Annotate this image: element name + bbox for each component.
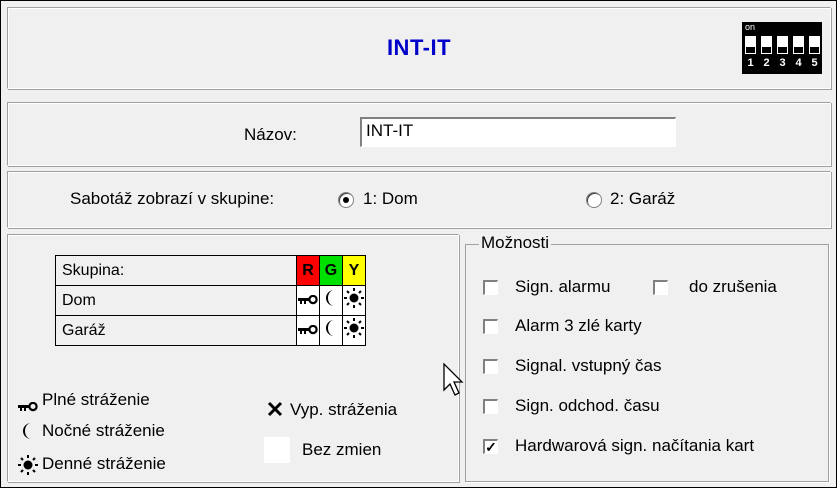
name-panel: Názov: INT-IT — [7, 102, 831, 166]
legend-off: Vyp. stráženia — [290, 400, 398, 419]
mouse-cursor-icon — [443, 363, 464, 396]
zone-name: Dom — [55, 285, 297, 316]
moon-icon[interactable] — [319, 285, 343, 316]
option-do-zrusenia[interactable]: do zrušenia — [689, 277, 777, 297]
key-icon[interactable] — [296, 285, 320, 316]
moon-icon[interactable] — [319, 315, 343, 346]
key-icon — [17, 397, 39, 417]
dip-number-2: 2 — [763, 57, 770, 69]
header-panel: INT-IT on 1 2 3 4 5 — [7, 7, 831, 89]
page-title: INT-IT — [386, 35, 452, 60]
column-g[interactable]: G — [319, 255, 343, 286]
option-alarm-3-zle-karty[interactable]: Alarm 3 zlé karty — [515, 316, 642, 336]
checkbox-sign-odchod-casu[interactable] — [483, 399, 498, 414]
dip-number-4: 4 — [795, 57, 802, 69]
column-r[interactable]: R — [296, 255, 320, 286]
blank-icon — [264, 437, 290, 463]
table-header-row: Skupina: R G Y — [55, 255, 366, 286]
key-icon[interactable] — [296, 315, 320, 346]
table-header-label: Skupina: — [55, 255, 297, 286]
dip-switch-2 — [761, 36, 772, 54]
window-frame: INT-IT on 1 2 3 4 5 Názov: INT-IT Sabotá… — [0, 0, 837, 488]
x-icon — [264, 401, 286, 422]
checkbox-do-zrusenia[interactable] — [653, 280, 668, 295]
table-row: Garáž — [55, 315, 366, 346]
tamper-radio-garaz[interactable] — [586, 192, 602, 208]
dip-number-5: 5 — [811, 57, 818, 69]
option-hardware-sign[interactable]: Hardwarová sign. načítania kart — [515, 436, 754, 456]
dip-number-1: 1 — [747, 57, 754, 69]
tamper-label: Sabotáž zobrazí v skupine: — [70, 189, 275, 208]
tamper-panel: Sabotáž zobrazí v skupine: 1: Dom 2: Gar… — [7, 171, 831, 228]
checkbox-signal-vstupny-cas[interactable] — [483, 359, 498, 374]
table-row: Dom — [55, 285, 366, 316]
legend-day: Denné stráženie — [42, 454, 166, 473]
legend-full: Plné stráženie — [42, 390, 150, 409]
zone-name: Garáž — [55, 315, 297, 346]
legend-night: Nočné stráženie — [42, 421, 165, 440]
dip-switch-4 — [793, 36, 804, 54]
tamper-option-dom[interactable]: 1: Dom — [363, 189, 418, 209]
checkbox-alarm-3-zle-karty[interactable] — [483, 319, 498, 334]
option-sign-alarmu[interactable]: Sign. alarmu — [515, 277, 610, 297]
sun-icon[interactable] — [342, 285, 366, 316]
option-signal-vstupny-cas[interactable]: Signal. vstupný čas — [515, 356, 661, 376]
dip-switch-5 — [809, 36, 820, 54]
options-title: Možnosti — [479, 233, 552, 253]
name-field[interactable]: INT-IT — [360, 117, 676, 147]
dip-switch-3 — [777, 36, 788, 54]
checkbox-sign-alarmu[interactable] — [483, 280, 498, 295]
zones-table: Skupina: R G Y Dom Garáž — [55, 255, 366, 346]
sun-icon — [17, 455, 39, 480]
zones-panel: Skupina: R G Y Dom Garáž Plné stráženie … — [7, 234, 459, 482]
checkbox-hardware-sign[interactable]: ✓ — [483, 439, 498, 454]
name-label: Názov: — [244, 125, 297, 144]
column-y[interactable]: Y — [342, 255, 366, 286]
tamper-radio-dom[interactable] — [338, 192, 354, 208]
legend-nochange: Bez zmien — [302, 440, 382, 459]
sun-icon[interactable] — [342, 315, 366, 346]
moon-icon — [17, 422, 39, 445]
dip-number-3: 3 — [779, 57, 786, 69]
dip-switch-1 — [745, 36, 756, 54]
tamper-option-garaz[interactable]: 2: Garáž — [610, 189, 675, 209]
dip-on-label: on — [745, 22, 756, 32]
option-sign-odchod-casu[interactable]: Sign. odchod. času — [515, 396, 660, 416]
dip-switch-icon: on 1 2 3 4 5 — [742, 22, 822, 74]
